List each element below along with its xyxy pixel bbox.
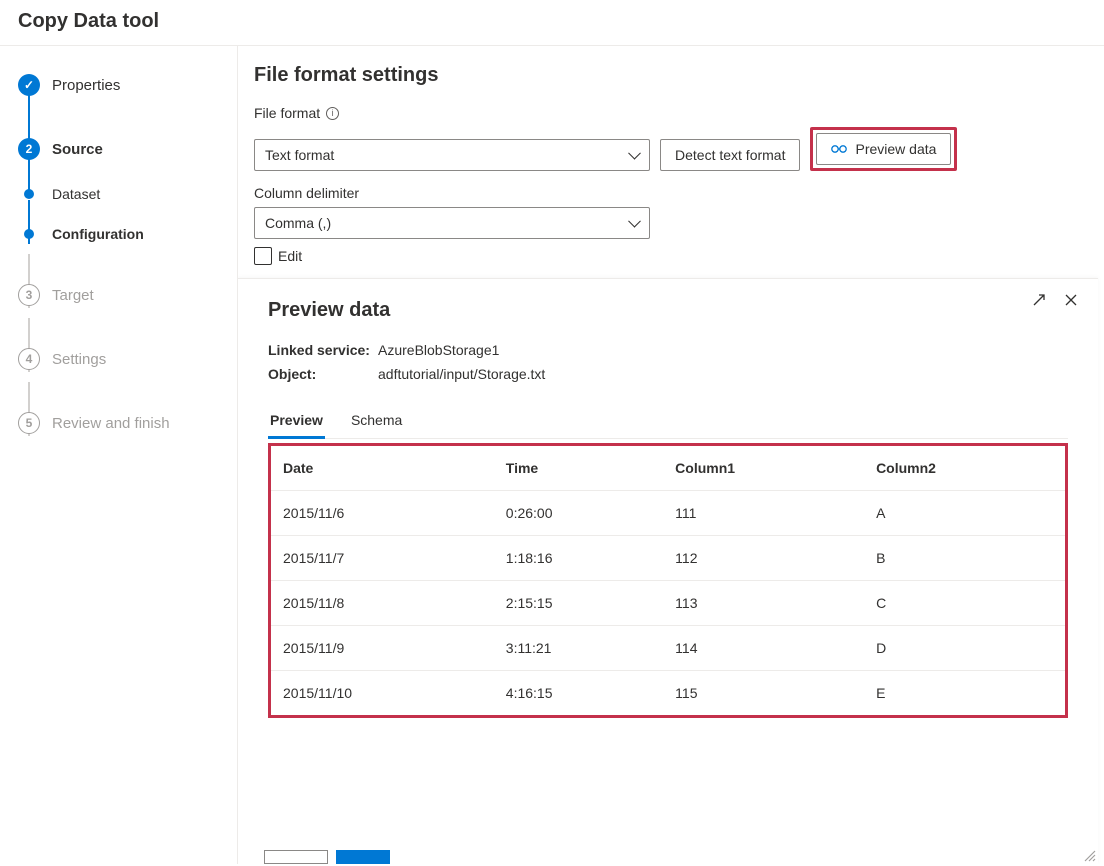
table-cell: 2:15:15 [494,581,663,626]
step-label: Settings [52,351,106,368]
step-label: Dataset [52,186,100,202]
file-format-select[interactable]: Text format [254,139,650,171]
highlight-box: Preview data [810,127,957,171]
edit-label: Edit [278,248,302,264]
table-cell: 115 [663,671,864,716]
column-delimiter-select[interactable]: Comma (,) [254,207,650,239]
step-source[interactable]: 2 Source [18,128,237,170]
table-row: 2015/11/82:15:15113C [271,581,1065,626]
edit-checkbox[interactable] [254,247,272,265]
preview-panel: Preview data Linked service: AzureBlobSt… [238,278,1098,864]
table-cell: 114 [663,626,864,671]
detect-text-format-button[interactable]: Detect text format [660,139,800,171]
table-row: 2015/11/71:18:16112B [271,536,1065,581]
object-label: Object: [268,366,378,382]
table-cell: C [864,581,1065,626]
step-review[interactable]: 5 Review and finish [18,402,237,444]
previous-button[interactable] [264,850,328,864]
table-row: 2015/11/93:11:21114D [271,626,1065,671]
step-settings[interactable]: 4 Settings [18,338,237,380]
table-cell: 3:11:21 [494,626,663,671]
page-title: Copy Data tool [0,0,1104,46]
wizard-nav-buttons [264,850,390,864]
expand-icon[interactable] [1032,293,1046,312]
glasses-icon [831,142,847,156]
table-row: 2015/11/60:26:00111A [271,491,1065,536]
table-header: Time [494,446,663,491]
table-cell: E [864,671,1065,716]
table-header: Column2 [864,446,1065,491]
panel-title: Preview data [268,299,1068,322]
step-label: Review and finish [52,415,170,432]
table-cell: 0:26:00 [494,491,663,536]
check-icon: ✓ [18,74,40,96]
preview-table: DateTimeColumn1Column2 2015/11/60:26:001… [271,446,1065,715]
step-label: Target [52,287,94,304]
step-label: Properties [52,77,120,94]
resize-grip-icon[interactable] [1082,848,1096,862]
table-header: Date [271,446,494,491]
table-cell: 1:18:16 [494,536,663,581]
linked-service-value: AzureBlobStorage1 [378,342,499,358]
table-cell: 2015/11/7 [271,536,494,581]
tab-preview[interactable]: Preview [268,404,325,439]
step-target[interactable]: 3 Target [18,274,237,316]
table-row: 2015/11/104:16:15115E [271,671,1065,716]
file-format-value: Text format [265,147,334,163]
object-value: adftutorial/input/Storage.txt [378,366,545,382]
step-label: Configuration [52,226,144,242]
table-cell: 4:16:15 [494,671,663,716]
table-cell: 2015/11/9 [271,626,494,671]
section-title: File format settings [254,64,1076,87]
step-number-badge: 2 [18,138,40,160]
table-cell: 2015/11/6 [271,491,494,536]
table-cell: D [864,626,1065,671]
next-button[interactable] [336,850,390,864]
table-cell: A [864,491,1065,536]
table-cell: 111 [663,491,864,536]
table-cell: B [864,536,1065,581]
step-dataset[interactable]: Dataset [18,176,237,212]
table-cell: 2015/11/10 [271,671,494,716]
step-number-badge: 5 [18,412,40,434]
table-header: Column1 [663,446,864,491]
step-number-badge: 4 [18,348,40,370]
table-cell: 2015/11/8 [271,581,494,626]
column-delimiter-value: Comma (,) [265,215,331,231]
tab-schema[interactable]: Schema [349,404,404,439]
substep-dot-icon [24,189,34,199]
substep-dot-icon [24,229,34,239]
close-icon[interactable] [1064,293,1078,312]
step-label: Source [52,141,103,158]
table-cell: 113 [663,581,864,626]
wizard-sidebar: ✓ Properties 2 Source Dataset Configurat… [0,46,238,864]
column-delimiter-label: Column delimiter [254,185,359,201]
main-content: File format settings File format i Text … [238,46,1104,864]
step-configuration[interactable]: Configuration [18,216,237,252]
file-format-label: File format [254,105,320,121]
table-cell: 112 [663,536,864,581]
preview-data-button[interactable]: Preview data [816,133,951,165]
preview-table-highlight: DateTimeColumn1Column2 2015/11/60:26:001… [268,443,1068,718]
step-properties[interactable]: ✓ Properties [18,64,237,106]
info-icon[interactable]: i [326,107,339,120]
step-number-badge: 3 [18,284,40,306]
linked-service-label: Linked service: [268,342,378,358]
